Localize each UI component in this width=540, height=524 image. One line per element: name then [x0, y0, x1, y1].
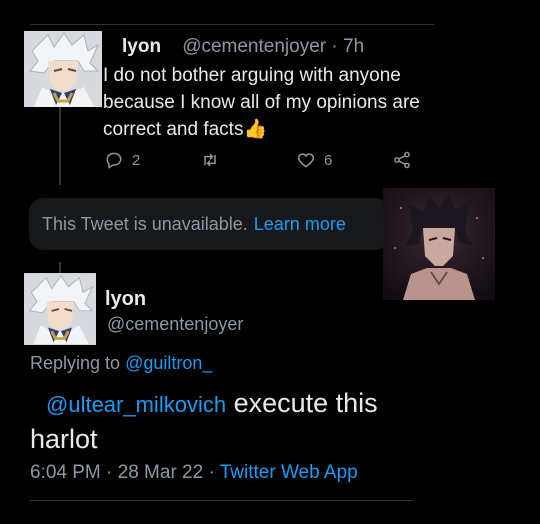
like-button[interactable]: 6 [296, 150, 332, 170]
separator: · [331, 36, 338, 57]
reply-count: 2 [132, 151, 141, 169]
display-name[interactable]: lyon [122, 36, 161, 57]
replying-to-link[interactable]: @guiltron_ [125, 353, 212, 373]
mention-link[interactable]: @ultear_milkovich [46, 392, 226, 417]
tweet-time[interactable]: 7h [343, 36, 364, 57]
unavailable-tweet-card: This Tweet is unavailable. Learn more [29, 198, 389, 250]
avatar[interactable] [24, 273, 96, 345]
share-button[interactable] [392, 150, 412, 170]
share-icon [394, 151, 410, 169]
like-count: 6 [324, 151, 333, 169]
thread-line [59, 107, 61, 185]
tweet-timestamp[interactable]: 6:04 PM · 28 Mar 22 · [30, 462, 215, 483]
top-divider [30, 24, 434, 25]
tweet1-text: I do not bother arguing with anyone beca… [103, 62, 453, 143]
heart-icon [297, 153, 315, 168]
replying-to: Replying to @guiltron_ [30, 353, 212, 374]
replying-prefix: Replying to [30, 353, 121, 373]
tweet-meta: 6:04 PM · 28 Mar 22 · Twitter Web App [30, 462, 358, 484]
thumbs-up-icon: 👍 [243, 119, 268, 140]
learn-more-link[interactable]: Learn more [254, 214, 346, 235]
user-handle[interactable]: @cementenjoyer [182, 36, 326, 57]
tweet2-text: @ultear_milkovich execute this harlot [30, 386, 430, 457]
user-handle[interactable]: @cementenjoyer [107, 314, 243, 335]
retweet-button[interactable] [200, 150, 220, 170]
source-app-link[interactable]: Twitter Web App [220, 462, 358, 483]
reply-button[interactable]: 2 [104, 150, 140, 170]
tweet1-header: lyon @cementenjoyer · 7h [122, 36, 364, 58]
retweet-icon [204, 153, 216, 167]
avatar[interactable] [24, 31, 102, 107]
display-name[interactable]: lyon [105, 288, 146, 311]
tweet1-actions: 2 6 [0, 150, 540, 172]
unavailable-text: This Tweet is unavailable. [42, 213, 248, 234]
reply-icon [106, 152, 122, 169]
bottom-divider [30, 500, 414, 501]
overlay-image [383, 188, 495, 300]
thread-line [59, 262, 61, 273]
